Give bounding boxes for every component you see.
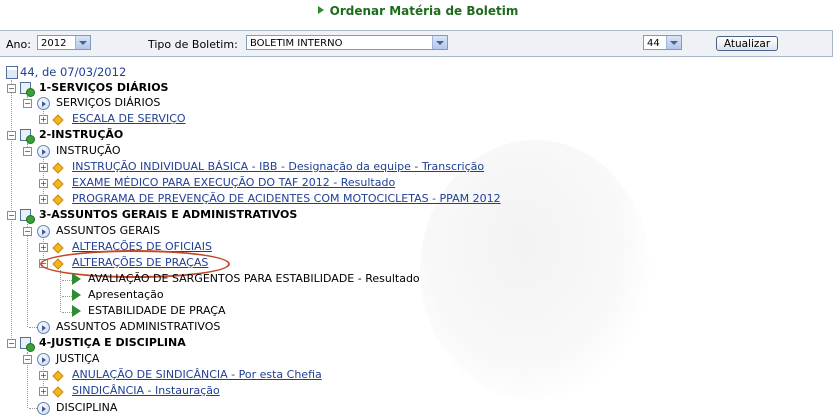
diamond-icon [52,178,64,190]
item-link[interactable]: PROGRAMA DE PREVENÇÃO DE ACIDENTES COM M… [72,192,501,206]
collapse-icon[interactable]: − [7,131,16,140]
item-link[interactable]: SINDICÂNCIA - Instauração [72,384,220,398]
document-icon [6,66,18,79]
item-link[interactable]: ESCALA DE SERVIÇO [72,112,186,126]
tree-line [43,152,44,200]
collapse-icon[interactable]: − [23,147,32,156]
expand-icon[interactable]: + [39,115,48,124]
leaf-label: Apresentação [88,288,164,301]
section-title: 4-JUSTIÇA E DISCIPLINA [39,336,186,349]
leaf-label: AVALIAÇÃO DE SARGENTOS PARA ESTABILIDADE… [88,272,420,285]
triangle-right-icon [72,305,81,317]
expand-icon[interactable]: + [39,195,48,204]
materia-tree: 44, de 07/03/2012 − 1-SERVIÇOS DIÁRIOS −… [0,0,836,419]
expand-icon[interactable]: + [39,387,48,396]
expand-icon[interactable]: + [39,243,48,252]
collapse-icon[interactable]: − [7,339,16,348]
section-title: 1-SERVIÇOS DIÁRIOS [39,81,169,94]
folder-document-icon [20,129,35,144]
section-title: 3-ASSUNTOS GERAIS E ADMINISTRATIVOS [39,208,298,221]
item-link[interactable]: ANULAÇÃO DE SINDICÂNCIA - Por esta Chefi… [72,368,322,382]
collapse-icon[interactable]: − [23,355,32,364]
subsection-label: ASSUNTOS ADMINISTRATIVOS [56,320,221,333]
subsection-label: JUSTIÇA [56,352,100,365]
folder-document-icon [20,82,35,97]
expand-icon[interactable]: + [39,371,48,380]
collapse-icon[interactable]: − [7,211,16,220]
tree-root-label: 44, de 07/03/2012 [20,65,127,79]
collapse-icon[interactable]: − [7,84,16,93]
play-circle-icon [37,225,50,238]
folder-document-icon [20,337,35,352]
diamond-icon [52,242,64,254]
collapse-icon[interactable]: − [23,99,32,108]
play-circle-icon [37,321,50,334]
diamond-icon [52,114,64,126]
play-circle-icon [37,353,50,366]
diamond-icon [52,370,64,382]
tree-line [62,296,72,297]
play-circle-icon [37,145,50,158]
folder-document-icon [20,209,35,224]
play-circle-icon [37,97,50,110]
section-title: 2-INSTRUÇÃO [39,128,124,141]
subsection-label: INSTRUÇÃO [56,144,121,157]
collapse-icon[interactable]: − [23,227,32,236]
expand-icon[interactable]: + [39,163,48,172]
item-link[interactable]: INSTRUÇÃO INDIVIDUAL BÁSICA - IBB - Desi… [72,160,484,174]
triangle-right-icon [72,273,81,285]
tree-line [62,312,72,313]
item-link[interactable]: EXAME MÉDICO PARA EXECUÇÃO DO TAF 2012 -… [72,176,395,190]
subsection-label: SERVIÇOS DIÁRIOS [56,96,161,109]
play-circle-icon [37,402,50,415]
subsection-label: DISCIPLINA [56,401,118,414]
subsection-label: ASSUNTOS GERAIS [56,224,161,237]
tree-line [62,280,72,281]
leaf-label: ESTABILIDADE DE PRAÇA [88,304,226,317]
expand-icon[interactable]: + [39,179,48,188]
diamond-icon [52,386,64,398]
tree-line [60,270,61,312]
diamond-icon [52,162,64,174]
tree-line [27,224,28,327]
diamond-icon [52,194,64,206]
triangle-right-icon [72,289,81,301]
